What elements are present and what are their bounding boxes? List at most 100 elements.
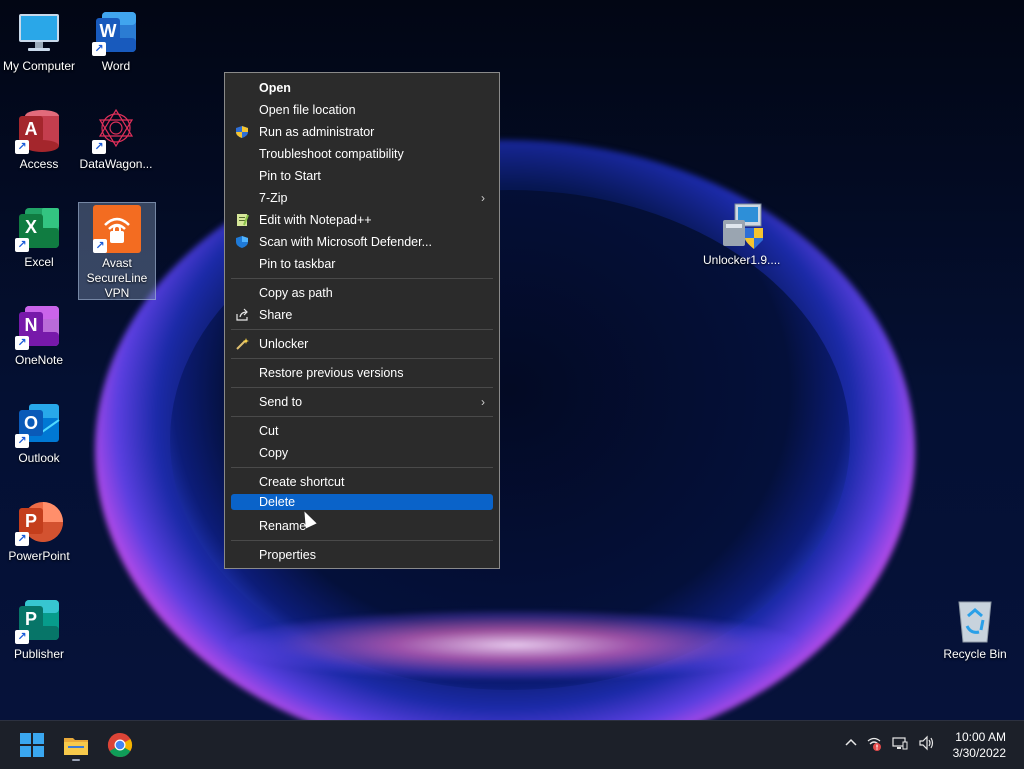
shortcut-arrow-icon: ↗ (15, 336, 29, 350)
avast-vpn-icon: ↗ (93, 205, 141, 253)
menu-item-label: Properties (259, 548, 316, 562)
chevron-right-icon: › (481, 191, 485, 205)
menu-item-pin-to-taskbar[interactable]: Pin to taskbar (231, 254, 493, 274)
display-icon[interactable] (892, 735, 908, 754)
menu-item-label: Copy (259, 446, 289, 460)
menu-item-label: 7-Zip (259, 191, 288, 205)
shortcut-arrow-icon: ↗ (15, 238, 29, 252)
desktop-icon-recycle-bin[interactable]: Recycle Bin (937, 596, 1013, 662)
menu-item-delete[interactable]: Delete (231, 494, 493, 510)
desktop-icon-datawagon[interactable]: ↗ DataWagon... (78, 106, 154, 172)
clock-time: 10:00 AM (955, 730, 1006, 744)
desktop-icon-excel[interactable]: X ↗ Excel (1, 204, 77, 270)
desktop-icon-label: Avast SecureLine VPN (86, 256, 148, 300)
desktop-icon-my-computer[interactable]: My Computer (1, 8, 77, 74)
desktop-icon-powerpoint[interactable]: P ↗ PowerPoint (1, 498, 77, 564)
menu-item-label: Cut (259, 424, 279, 438)
menu-item-label: Share (259, 308, 293, 322)
desktop-icon-avast-vpn[interactable]: ↗ Avast SecureLine VPN (78, 202, 156, 300)
desktop-icon-label: Word (101, 59, 131, 73)
menu-item-properties[interactable]: Properties (231, 545, 493, 565)
desktop-icon-label: PowerPoint (8, 549, 70, 563)
menu-item-label: Create shortcut (259, 475, 345, 489)
menu-separator (231, 387, 493, 388)
desktop-icon-label: Excel (24, 255, 54, 269)
desktop-icon-publisher[interactable]: P ↗ Publisher (1, 596, 77, 662)
network-warning-icon[interactable] (866, 735, 882, 754)
menu-item-label: Restore previous versions (259, 366, 404, 380)
taskbar: 10:00 AM 3/30/2022 (0, 720, 1024, 769)
menu-item-edit-with-notepadpp[interactable]: Edit with Notepad++ (231, 210, 493, 230)
shortcut-arrow-icon: ↗ (15, 532, 29, 546)
chevron-up-icon[interactable] (844, 735, 858, 752)
menu-item-7zip[interactable]: 7-Zip › (231, 188, 493, 208)
menu-item-label: Delete (259, 495, 296, 509)
outlook-letter: O (19, 410, 43, 436)
datawagon-icon: ↗ (92, 106, 140, 154)
publisher-icon: P ↗ (15, 596, 63, 644)
desktop-icon-word[interactable]: W ↗ Word (78, 8, 154, 74)
desktop-icon-outlook[interactable]: O ↗ Outlook (1, 400, 77, 466)
wallpaper-glow (230, 610, 800, 680)
menu-item-cut[interactable]: Cut (231, 421, 493, 441)
recycle-bin-icon (951, 596, 999, 644)
menu-item-run-as-administrator[interactable]: Run as administrator (231, 122, 493, 142)
menu-item-scan-with-defender[interactable]: Scan with Microsoft Defender... (231, 232, 493, 252)
excel-icon: X ↗ (15, 204, 63, 252)
menu-item-open-file-location[interactable]: Open file location (231, 100, 493, 120)
chrome-icon (107, 733, 133, 758)
menu-item-create-shortcut[interactable]: Create shortcut (231, 472, 493, 492)
installer-icon (717, 202, 765, 250)
menu-item-label: Open (259, 81, 291, 95)
desktop-icon-access[interactable]: A ↗ Access (1, 106, 77, 172)
menu-item-pin-to-start[interactable]: Pin to Start (231, 166, 493, 186)
menu-item-open[interactable]: Open (231, 78, 493, 98)
context-menu: Open Open file location Run as administr… (224, 72, 500, 569)
access-letter: A (19, 116, 43, 142)
menu-item-send-to[interactable]: Send to › (231, 392, 493, 412)
menu-item-copy-as-path[interactable]: Copy as path (231, 283, 493, 303)
menu-separator (231, 329, 493, 330)
menu-item-label: Rename (259, 519, 307, 533)
chevron-right-icon: › (481, 395, 485, 409)
windows-logo-icon (20, 733, 44, 757)
defender-icon (235, 235, 249, 249)
access-icon: A ↗ (15, 106, 63, 154)
notepad-icon (235, 213, 249, 227)
shortcut-arrow-icon: ↗ (92, 140, 106, 154)
wand-icon (235, 337, 249, 351)
start-button[interactable] (16, 729, 48, 761)
menu-item-copy[interactable]: Copy (231, 443, 493, 463)
publisher-letter: P (19, 606, 43, 632)
menu-item-restore-previous-versions[interactable]: Restore previous versions (231, 363, 493, 383)
menu-item-label: Run as administrator (259, 125, 375, 139)
menu-item-troubleshoot-compatibility[interactable]: Troubleshoot compatibility (231, 144, 493, 164)
powerpoint-icon: P ↗ (15, 498, 63, 546)
taskbar-clock[interactable]: 10:00 AM 3/30/2022 (953, 729, 1006, 761)
desktop-icon-label: Outlook (18, 451, 60, 465)
menu-item-label: Send to (259, 395, 303, 409)
outlook-icon: O ↗ (15, 400, 63, 448)
shortcut-arrow-icon: ↗ (92, 42, 106, 56)
desktop-icon-label: Publisher (13, 647, 65, 661)
menu-item-label: Scan with Microsoft Defender... (259, 235, 432, 249)
menu-separator (231, 358, 493, 359)
desktop-icon-label: Unlocker1.9.... (703, 253, 781, 267)
desktop-icon-unlocker-installer[interactable]: Unlocker1.9.... (703, 202, 781, 268)
word-letter: W (96, 18, 120, 44)
menu-item-rename[interactable]: Rename (231, 516, 493, 536)
menu-item-label: Pin to taskbar (259, 257, 336, 271)
file-explorer-button[interactable] (60, 729, 92, 761)
menu-item-label: Troubleshoot compatibility (259, 147, 404, 161)
desktop-icon-label: My Computer (2, 59, 76, 73)
menu-item-unlocker[interactable]: Unlocker (231, 334, 493, 354)
excel-letter: X (19, 214, 43, 240)
chrome-button[interactable] (104, 729, 136, 761)
clock-date: 3/30/2022 (952, 746, 1006, 760)
onenote-letter: N (19, 312, 43, 338)
menu-item-label: Copy as path (259, 286, 333, 300)
desktop-icon-onenote[interactable]: N ↗ OneNote (1, 302, 77, 368)
menu-item-share[interactable]: Share (231, 305, 493, 325)
volume-icon[interactable] (918, 735, 936, 754)
desktop-icon-label: DataWagon... (79, 157, 153, 171)
